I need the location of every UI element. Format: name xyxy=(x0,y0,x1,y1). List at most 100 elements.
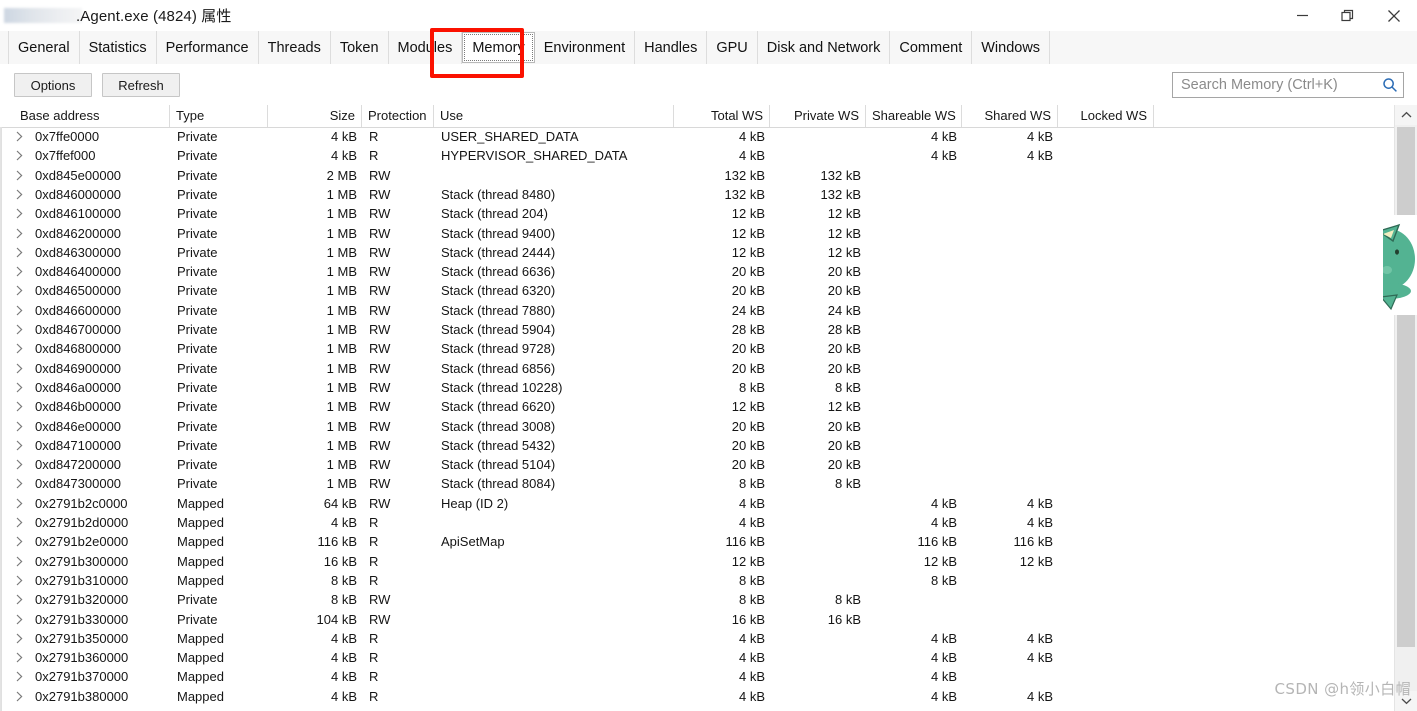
table-row[interactable]: 0xd845e00000 Private 2 MB RW 132 kB 132 kB xyxy=(1,166,1396,185)
cell-shareable xyxy=(867,417,963,436)
expand-chevron-icon[interactable] xyxy=(16,459,26,471)
cell-use xyxy=(435,648,675,667)
table-row[interactable]: 0xd846900000 Private 1 MB RW Stack (thread 6… xyxy=(1,359,1396,378)
expand-chevron-icon[interactable] xyxy=(16,401,26,413)
table-row[interactable]: 0x7ffef000 Private 4 kB R HYPERVISOR_SHARED_… xyxy=(1,146,1396,165)
search-input[interactable]: Search Memory (Ctrl+K) xyxy=(1173,77,1377,93)
table-row[interactable]: 0xd846b00000 Private 1 MB RW Stack (thread 6… xyxy=(1,397,1396,416)
table-row[interactable]: 0x2791b330000 Private 104 kB RW 16 kB 16 kB xyxy=(1,610,1396,629)
expand-chevron-icon[interactable] xyxy=(16,556,26,568)
column-header-total-ws[interactable]: Total WS xyxy=(674,105,770,127)
table-row[interactable]: 0xd846400000 Private 1 MB RW Stack (thread 6… xyxy=(1,262,1396,281)
column-header-shareable-ws[interactable]: Shareable WS xyxy=(866,105,962,127)
table-row[interactable]: 0xd846000000 Private 1 MB RW Stack (thread 8… xyxy=(1,185,1396,204)
refresh-button[interactable]: Refresh xyxy=(102,73,180,97)
expand-chevron-icon[interactable] xyxy=(16,691,26,703)
column-header-protection[interactable]: Protection xyxy=(362,105,434,127)
expand-chevron-icon[interactable] xyxy=(16,208,26,220)
column-header-base-address[interactable]: Base address xyxy=(14,105,170,127)
vertical-scrollbar[interactable] xyxy=(1394,105,1417,711)
search-memory-box[interactable]: Search Memory (Ctrl+K) xyxy=(1172,72,1404,98)
column-header-shared-ws[interactable]: Shared WS xyxy=(962,105,1058,127)
tab-handles[interactable]: Handles xyxy=(635,31,708,64)
expand-chevron-icon[interactable] xyxy=(16,652,26,664)
table-row[interactable]: 0xd846100000 Private 1 MB RW Stack (thread 2… xyxy=(1,204,1396,223)
table-row[interactable]: 0x7ffe0000 Private 4 kB R USER_SHARED_DATA 4 … xyxy=(1,127,1396,146)
expand-chevron-icon[interactable] xyxy=(16,498,26,510)
expand-chevron-icon[interactable] xyxy=(16,343,26,355)
cell-size: 104 kB xyxy=(316,611,357,627)
expand-chevron-icon[interactable] xyxy=(16,305,26,317)
table-row[interactable]: 0x2791b300000 Mapped 16 kB R 12 kB 12 kB 12 kB xyxy=(1,552,1396,571)
expand-chevron-icon[interactable] xyxy=(16,363,26,375)
column-header-size[interactable]: Size xyxy=(268,105,362,127)
table-row[interactable]: 0x2791b2c0000 Mapped 64 kB RW Heap (ID 2) 4 k… xyxy=(1,494,1396,513)
column-header-type[interactable]: Type xyxy=(170,105,268,127)
table-row[interactable]: 0x2791b2d0000 Mapped 4 kB R 4 kB 4 kB 4 kB xyxy=(1,513,1396,532)
cell-locked xyxy=(1059,629,1155,648)
expand-chevron-icon[interactable] xyxy=(16,324,26,336)
expand-chevron-icon[interactable] xyxy=(16,382,26,394)
expand-chevron-icon[interactable] xyxy=(16,150,26,162)
table-row[interactable]: 0xd846600000 Private 1 MB RW Stack (thread 7… xyxy=(1,301,1396,320)
close-icon[interactable] xyxy=(1371,0,1417,31)
minimize-icon[interactable] xyxy=(1279,0,1325,31)
table-row[interactable]: 0x2791b360000 Mapped 4 kB R 4 kB 4 kB 4 kB xyxy=(1,648,1396,667)
table-row[interactable]: 0xd846800000 Private 1 MB RW Stack (thread 9… xyxy=(1,339,1396,358)
search-icon[interactable] xyxy=(1377,77,1403,93)
scrollbar-thumb[interactable] xyxy=(1397,127,1415,647)
table-row[interactable]: 0xd846e00000 Private 1 MB RW Stack (thread 3… xyxy=(1,417,1396,436)
tab-comment[interactable]: Comment xyxy=(890,31,973,64)
expand-chevron-icon[interactable] xyxy=(16,440,26,452)
tab-token[interactable]: Token xyxy=(331,31,389,64)
expand-chevron-icon[interactable] xyxy=(16,614,26,626)
tab-windows[interactable]: Windows xyxy=(972,31,1051,64)
table-row[interactable]: 0x2791b2e0000 Mapped 116 kB R ApiSetMap 116 k… xyxy=(1,532,1396,551)
column-header-private-ws[interactable]: Private WS xyxy=(770,105,866,127)
expand-chevron-icon[interactable] xyxy=(16,189,26,201)
table-row[interactable]: 0x2791b380000 Mapped 4 kB R 4 kB 4 kB 4 kB xyxy=(1,687,1396,706)
expand-chevron-icon[interactable] xyxy=(16,575,26,587)
tab-disk-and-network[interactable]: Disk and Network xyxy=(758,31,891,64)
cell-shared xyxy=(963,436,1059,455)
table-row[interactable]: 0xd846200000 Private 1 MB RW Stack (thread 9… xyxy=(1,224,1396,243)
options-button[interactable]: Options xyxy=(14,73,92,97)
expand-chevron-icon[interactable] xyxy=(16,478,26,490)
table-row[interactable]: 0xd846a00000 Private 1 MB RW Stack (thread 1… xyxy=(1,378,1396,397)
tab-gpu[interactable]: GPU xyxy=(707,31,758,64)
cell-shared xyxy=(963,359,1059,378)
expand-chevron-icon[interactable] xyxy=(16,228,26,240)
table-row[interactable]: 0x2791b320000 Private 8 kB RW 8 kB 8 kB xyxy=(1,590,1396,609)
expand-chevron-icon[interactable] xyxy=(16,536,26,548)
expand-chevron-icon[interactable] xyxy=(16,285,26,297)
restore-icon[interactable] xyxy=(1325,0,1371,31)
scroll-up-icon[interactable] xyxy=(1395,105,1417,125)
expand-chevron-icon[interactable] xyxy=(16,594,26,606)
cell-base: 0xd847100000 xyxy=(35,437,122,453)
table-row[interactable]: 0xd846700000 Private 1 MB RW Stack (thread 5… xyxy=(1,320,1396,339)
tab-threads[interactable]: Threads xyxy=(259,31,331,64)
expand-chevron-icon[interactable] xyxy=(16,421,26,433)
table-row[interactable]: 0xd847200000 Private 1 MB RW Stack (thread 5… xyxy=(1,455,1396,474)
table-row[interactable]: 0x2791b310000 Mapped 8 kB R 8 kB 8 kB xyxy=(1,571,1396,590)
expand-chevron-icon[interactable] xyxy=(16,170,26,182)
tab-performance[interactable]: Performance xyxy=(157,31,259,64)
column-header-use[interactable]: Use xyxy=(434,105,674,127)
column-header-locked-ws[interactable]: Locked WS xyxy=(1058,105,1154,127)
expand-chevron-icon[interactable] xyxy=(16,517,26,529)
cell-total: 8 kB xyxy=(738,592,765,608)
expand-chevron-icon[interactable] xyxy=(16,131,26,143)
table-row[interactable]: 0x2791b370000 Mapped 4 kB R 4 kB 4 kB xyxy=(1,667,1396,686)
tab-environment[interactable]: Environment xyxy=(535,31,636,64)
tab-general[interactable]: General xyxy=(8,31,80,64)
table-row[interactable]: 0xd847300000 Private 1 MB RW Stack (thread 8… xyxy=(1,474,1396,493)
expand-chevron-icon[interactable] xyxy=(16,247,26,259)
table-row[interactable]: 0x2791b350000 Mapped 4 kB R 4 kB 4 kB 4 kB xyxy=(1,629,1396,648)
table-row[interactable]: 0xd846500000 Private 1 MB RW Stack (thread 6… xyxy=(1,281,1396,300)
tab-statistics[interactable]: Statistics xyxy=(80,31,157,64)
expand-chevron-icon[interactable] xyxy=(16,266,26,278)
expand-chevron-icon[interactable] xyxy=(16,671,26,683)
table-row[interactable]: 0xd846300000 Private 1 MB RW Stack (thread 2… xyxy=(1,243,1396,262)
table-row[interactable]: 0xd847100000 Private 1 MB RW Stack (thread 5… xyxy=(1,436,1396,455)
expand-chevron-icon[interactable] xyxy=(16,633,26,645)
